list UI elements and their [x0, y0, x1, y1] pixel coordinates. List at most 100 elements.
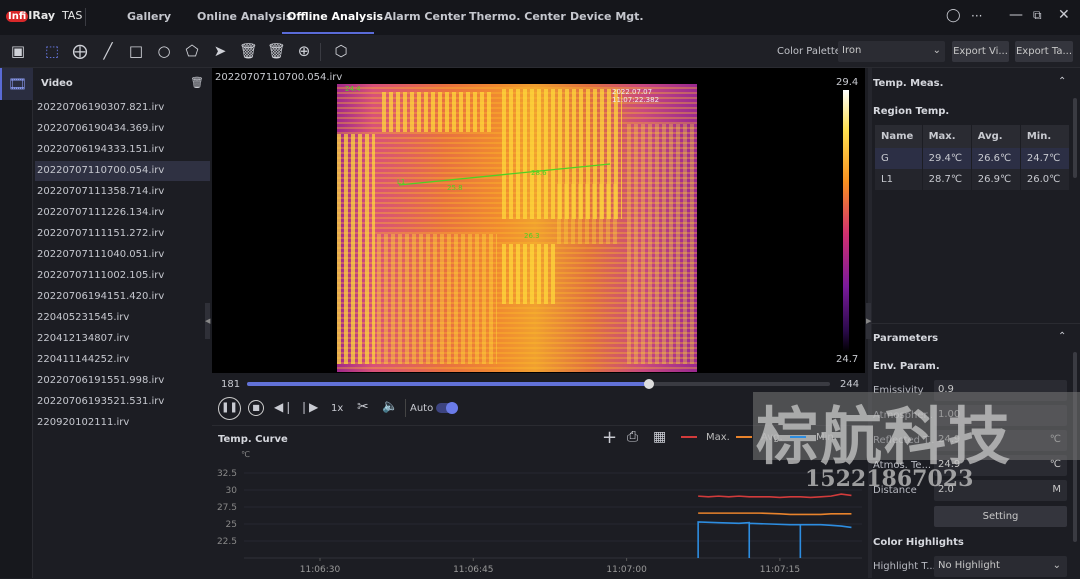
- nav-alarm-center[interactable]: Alarm Center: [384, 10, 466, 23]
- collapse-right-handle[interactable]: ▶: [866, 303, 871, 339]
- list-item[interactable]: 20220707111358.714.irv: [35, 182, 210, 202]
- collapse-icon[interactable]: ⌃: [1058, 331, 1066, 342]
- prev-frame-button[interactable]: ◀❘: [274, 400, 293, 414]
- video-filename: 20220707110700.054.irv: [215, 72, 343, 83]
- scrollbar[interactable]: [1073, 98, 1077, 178]
- list-item[interactable]: 20220706193521.531.irv: [35, 392, 210, 412]
- highlight-type-label: Highlight T...: [873, 561, 936, 572]
- watermark-box: [753, 392, 1080, 460]
- temp-meas-title: Temp. Meas.: [873, 78, 944, 89]
- scissors-icon[interactable]: ✂: [357, 399, 369, 415]
- list-item[interactable]: 20220706191551.998.irv: [35, 371, 210, 391]
- x-tick-label: 11:06:30: [300, 565, 341, 575]
- auto-toggle[interactable]: [436, 402, 458, 414]
- delete-icon[interactable]: 🗑: [190, 76, 204, 89]
- nav-thermo-center[interactable]: Thermo. Center: [469, 10, 566, 23]
- legend-min: Min.: [816, 432, 837, 443]
- list-item[interactable]: 20220707111002.105.irv: [35, 266, 210, 286]
- list-item[interactable]: 20220706190307.821.irv: [35, 98, 210, 118]
- setting-button[interactable]: Setting: [934, 506, 1067, 527]
- list-item[interactable]: 220405231545.irv: [35, 308, 210, 328]
- y-tick-label: 22.5: [217, 537, 237, 547]
- color-highlights-title: Color Highlights: [873, 537, 964, 548]
- list-item[interactable]: 220920102111.irv: [35, 413, 210, 433]
- nav-device-mgt[interactable]: Device Mgt.: [570, 10, 644, 23]
- circle-icon[interactable]: ○: [155, 42, 173, 60]
- nav-gallery[interactable]: Gallery: [127, 10, 171, 23]
- point-icon[interactable]: ⨁: [71, 42, 89, 60]
- chevron-down-icon: ⌄: [1052, 560, 1061, 571]
- region-g-label: 24.4: [345, 85, 361, 93]
- list-item[interactable]: 20220707110700.054.irv: [35, 161, 210, 181]
- list-item[interactable]: 20220706194333.151.irv: [35, 140, 210, 160]
- env-param-title: Env. Param.: [873, 361, 940, 372]
- table-row[interactable]: G 29.4℃ 26.6℃ 24.7℃: [875, 148, 1071, 169]
- x-tick-label: 11:07:15: [760, 565, 800, 575]
- select-icon[interactable]: ⬚: [43, 42, 61, 60]
- minimize-icon[interactable]: —: [1009, 7, 1023, 23]
- legend-swatch-max: [681, 436, 697, 438]
- polygon-icon[interactable]: ⬠: [183, 42, 201, 60]
- line-icon[interactable]: ╱: [99, 42, 117, 60]
- frame-slider[interactable]: [247, 379, 830, 389]
- frame-start: 181: [221, 379, 241, 390]
- nav-offline-analysis[interactable]: Offline Analysis: [287, 10, 383, 23]
- legend-avg: Avg.: [761, 432, 783, 443]
- palette-select[interactable]: Iron ⌄: [838, 41, 945, 62]
- watermark-phone: 15221867023: [805, 466, 974, 492]
- delete-icon[interactable]: 🗑: [239, 42, 258, 60]
- chevron-down-icon: ⌄: [932, 45, 941, 56]
- title-bar: Infi IRay TAS Gallery Online Analysis Off…: [0, 0, 1080, 35]
- list-item[interactable]: 20220706190434.369.irv: [35, 119, 210, 139]
- x-tick-label: 11:06:45: [453, 565, 493, 575]
- nav-online-analysis[interactable]: Online Analysis: [197, 10, 292, 23]
- stop-button[interactable]: ■: [248, 400, 264, 416]
- y-tick-label: 32.5: [217, 469, 237, 479]
- list-item[interactable]: 20220707111151.272.irv: [35, 224, 210, 244]
- min-point-label: 25.8: [447, 184, 463, 192]
- parameters-title: Parameters: [873, 333, 939, 344]
- restore-icon[interactable]: ⧉: [1033, 8, 1042, 23]
- next-frame-button[interactable]: ❘▶: [299, 400, 318, 414]
- list-item[interactable]: 220412134807.irv: [35, 329, 210, 349]
- line-l1-label: L1: [397, 178, 406, 186]
- delete-all-icon[interactable]: 🗑: [267, 42, 286, 60]
- list-item[interactable]: 20220707111226.134.irv: [35, 203, 210, 223]
- collapse-icon[interactable]: ⌃: [1058, 76, 1066, 87]
- list-item[interactable]: 220411144252.irv: [35, 350, 210, 370]
- y-tick-label: 25: [226, 520, 237, 530]
- rectangle-icon[interactable]: □: [127, 42, 145, 60]
- colorbar: [843, 90, 849, 352]
- list-item[interactable]: 20220707111040.051.irv: [35, 245, 210, 265]
- more-icon[interactable]: ···: [971, 9, 982, 23]
- thermal-image[interactable]: 24.4 L1 25.8 28.6 26.3 2022.07.07 11:07:…: [337, 84, 697, 372]
- volume-icon[interactable]: 🔈: [382, 399, 398, 414]
- close-icon[interactable]: ✕: [1058, 7, 1070, 23]
- point-label: 26.3: [524, 232, 540, 240]
- speed-button[interactable]: 1x: [331, 403, 343, 414]
- export-table-button[interactable]: Export Ta...: [1015, 41, 1073, 62]
- pointer-icon[interactable]: ➤: [211, 42, 229, 60]
- series-line-avg: [698, 512, 852, 516]
- table-row[interactable]: L1 28.7℃ 26.9℃ 26.0℃: [875, 169, 1071, 190]
- app-logo: Infi IRay TAS: [6, 9, 83, 22]
- image-icon[interactable]: ▣: [9, 42, 27, 60]
- video-icon[interactable]: 🎞: [0, 68, 33, 100]
- auto-label: Auto: [410, 403, 434, 414]
- sidebar-title: Video: [41, 78, 73, 89]
- measure-line-l1: [398, 163, 611, 186]
- y-tick-label: 30: [226, 486, 238, 496]
- user-icon[interactable]: ◯: [946, 8, 961, 23]
- side-icon-strip: 🎞: [0, 68, 33, 578]
- max-point-label: 28.6: [531, 169, 547, 177]
- zoom-icon[interactable]: ⊕: [295, 42, 313, 60]
- highlight-select[interactable]: No Highlight ⌄: [934, 556, 1067, 577]
- series-line-min: [697, 521, 852, 558]
- export-video-button[interactable]: Export Vi...: [952, 41, 1009, 62]
- 3d-icon[interactable]: ⬡: [332, 42, 350, 60]
- file-list: Video 🗑 20220706190307.821.irv 2022070619…: [33, 68, 210, 578]
- pause-button[interactable]: ❚❚: [218, 397, 241, 420]
- legend-swatch-avg: [736, 436, 752, 438]
- collapse-left-handle[interactable]: ◀: [205, 303, 210, 339]
- list-item[interactable]: 20220706194151.420.irv: [35, 287, 210, 307]
